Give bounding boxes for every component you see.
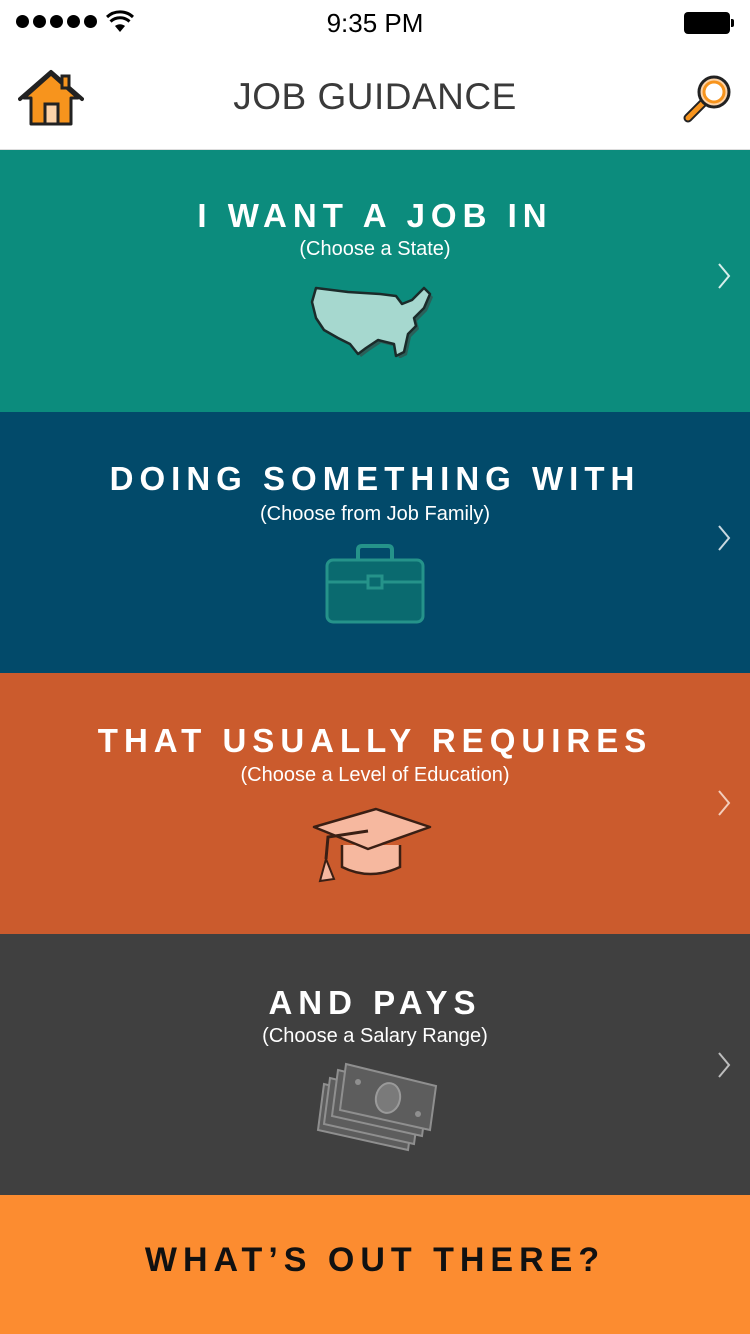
option-title: DOING SOMETHING WITH <box>109 460 641 497</box>
option-subtitle: (Choose a Level of Education) <box>240 764 510 786</box>
option-title: AND PAYS <box>268 984 482 1021</box>
option-subtitle: (Choose a State) <box>299 238 451 260</box>
option-title: THAT USUALLY REQUIRES <box>97 722 653 759</box>
choose-education-option[interactable]: THAT USUALLY REQUIRES (Choose a Level of… <box>0 673 750 934</box>
briefcase-icon <box>325 544 425 624</box>
status-bar: 9:35 PM <box>0 0 750 46</box>
whats-out-there-button[interactable]: WHAT’S OUT THERE? <box>0 1195 750 1334</box>
status-time: 9:35 PM <box>326 8 424 38</box>
battery-icon <box>684 12 734 34</box>
option-subtitle: (Choose a Salary Range) <box>262 1025 488 1047</box>
choose-state-option[interactable]: I WANT A JOB IN (Choose a State) <box>0 150 750 412</box>
choose-salary-option[interactable]: AND PAYS (Choose a Salary Range) <box>0 934 750 1195</box>
usa-map-icon <box>310 286 433 358</box>
money-icon <box>316 1062 438 1152</box>
chevron-right-icon <box>718 525 731 551</box>
choose-job-family-option[interactable]: DOING SOMETHING WITH (Choose from Job Fa… <box>0 412 750 673</box>
option-title: I WANT A JOB IN <box>197 197 553 234</box>
chevron-right-icon <box>718 1052 731 1078</box>
cta-label: WHAT’S OUT THERE? <box>144 1241 606 1279</box>
chevron-right-icon <box>718 263 731 289</box>
chevron-right-icon <box>718 790 731 816</box>
graduation-cap-icon <box>312 807 432 883</box>
option-subtitle: (Choose from Job Family) <box>259 503 491 525</box>
search-icon[interactable] <box>680 72 734 126</box>
page-title: JOB GUIDANCE <box>233 76 517 117</box>
navigation-bar: JOB GUIDANCE <box>0 46 750 150</box>
